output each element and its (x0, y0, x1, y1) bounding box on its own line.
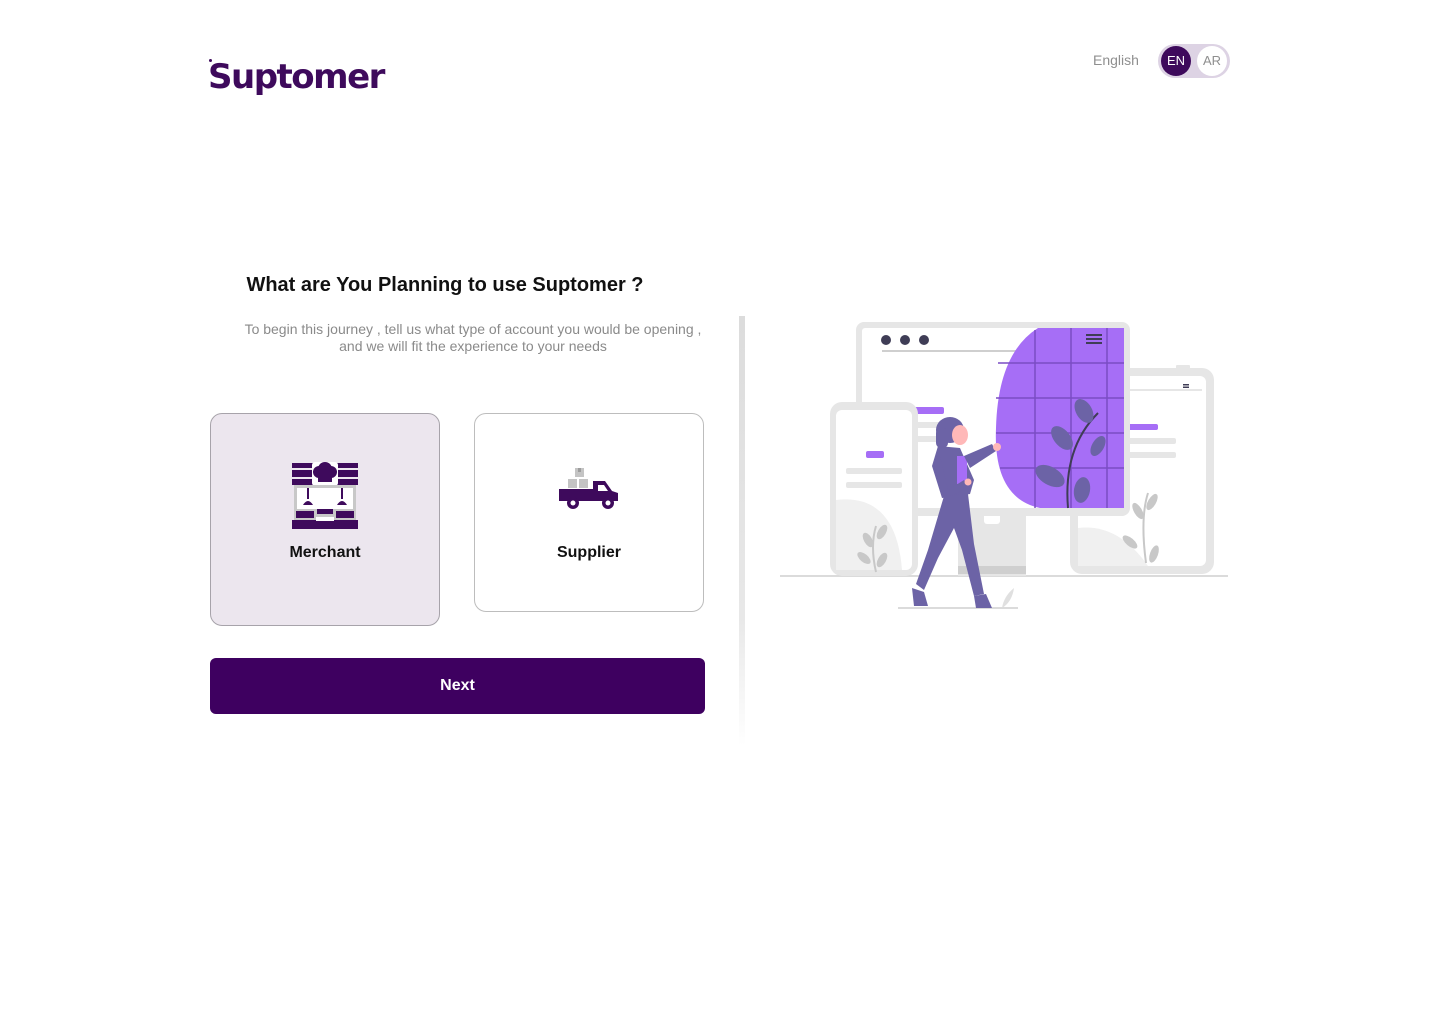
supplier-label: Supplier (556, 544, 621, 561)
storefront-icon (292, 462, 358, 529)
logo-text: Suptomer (208, 57, 385, 97)
language-option-ar[interactable]: AR (1197, 46, 1227, 76)
page-title: What are You Planning to use Suptomer ? (246, 274, 644, 296)
next-button[interactable]: Next (210, 658, 705, 714)
onboarding-illustration (780, 322, 1228, 609)
language-option-en[interactable]: EN (1161, 46, 1191, 76)
suptomer-logo: Suptomer (208, 55, 385, 99)
merchant-label: Merchant (289, 544, 361, 561)
subtitle-line-2: and we will fit the experience to your n… (339, 338, 607, 354)
merchant-option-card[interactable]: Merchant (210, 413, 440, 626)
delivery-truck-icon (559, 468, 618, 509)
language-toggle[interactable]: EN AR (1158, 44, 1230, 78)
language-label: English (1093, 52, 1139, 68)
supplier-option-card[interactable]: Supplier (474, 413, 704, 612)
subtitle-line-1: To begin this journey , tell us what typ… (244, 321, 702, 337)
vertical-divider (739, 316, 745, 746)
account-type-page: Suptomer English EN AR What are You Plan… (0, 0, 1440, 1024)
page-subtitle: To begin this journey , tell us what typ… (210, 321, 736, 355)
